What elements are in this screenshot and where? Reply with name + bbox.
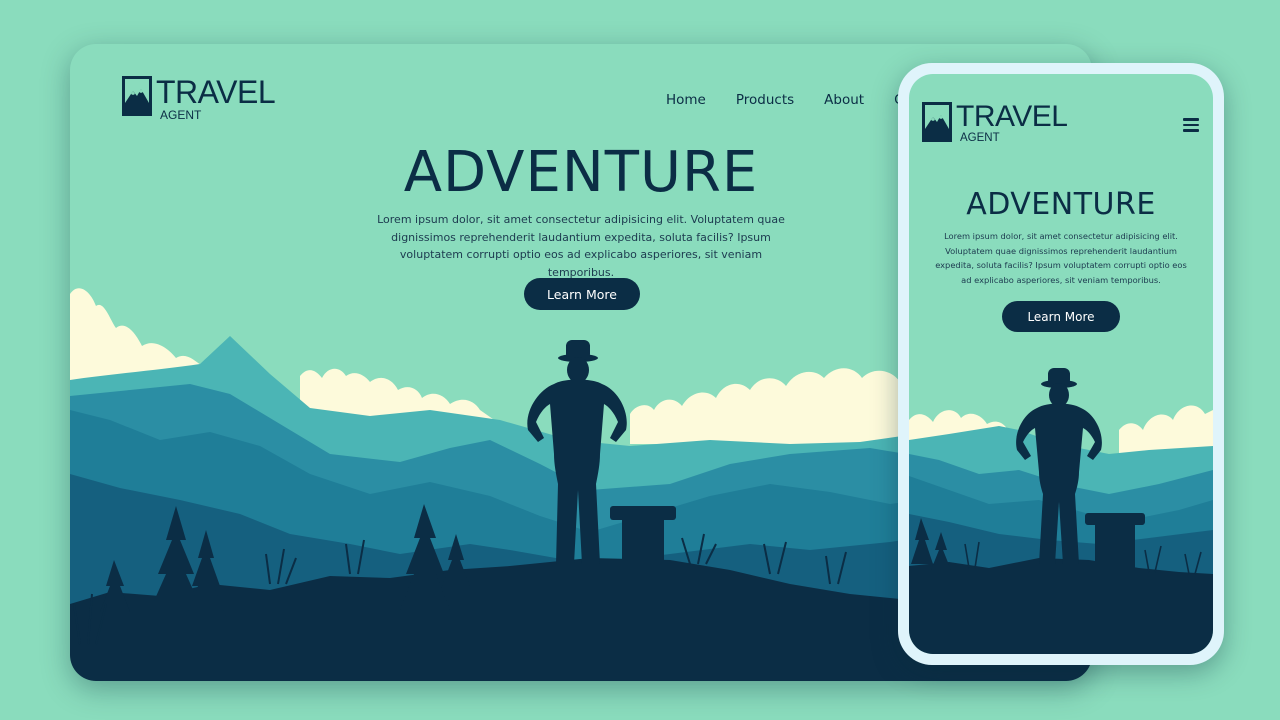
- hamburger-menu-icon[interactable]: [1183, 118, 1199, 132]
- mobile-preview: TRAVEL AGENT ADVENTURE Lorem ipsum dolor…: [898, 63, 1224, 665]
- brand-word: TRAVEL: [156, 74, 276, 110]
- mobile-hero-title: ADVENTURE: [966, 187, 1156, 222]
- mobile-ground: [909, 558, 1213, 654]
- menu-bar: [1183, 123, 1199, 126]
- phone-screen: TRAVEL AGENT ADVENTURE Lorem ipsum dolor…: [909, 74, 1213, 654]
- brand-sub: AGENT: [160, 108, 202, 122]
- mobile-mountain-logo-icon: [922, 102, 952, 142]
- nav-home[interactable]: Home: [666, 92, 706, 108]
- menu-bar: [1183, 129, 1199, 132]
- menu-bar: [1183, 118, 1199, 121]
- nav-about[interactable]: About: [824, 92, 864, 108]
- mountain-logo-icon: [122, 76, 152, 116]
- mobile-brand-word: TRAVEL: [956, 100, 1068, 133]
- brand-logo[interactable]: TRAVEL AGENT: [122, 74, 276, 122]
- mobile-brand-sub: AGENT: [960, 132, 1000, 144]
- mobile-hero-text: Lorem ipsum dolor, sit amet consectetur …: [935, 231, 1187, 285]
- main-nav: Home Products About Co: [666, 92, 912, 108]
- mobile-learn-more-button[interactable]: Learn More: [1002, 301, 1120, 332]
- nav-products[interactable]: Products: [736, 92, 794, 108]
- learn-more-button[interactable]: Learn More: [524, 278, 640, 310]
- mobile-landscape-illustration: [909, 368, 1213, 654]
- hero-text: Lorem ipsum dolor, sit amet consectetur …: [377, 213, 785, 279]
- mobile-brand-logo[interactable]: TRAVEL AGENT: [922, 100, 1068, 145]
